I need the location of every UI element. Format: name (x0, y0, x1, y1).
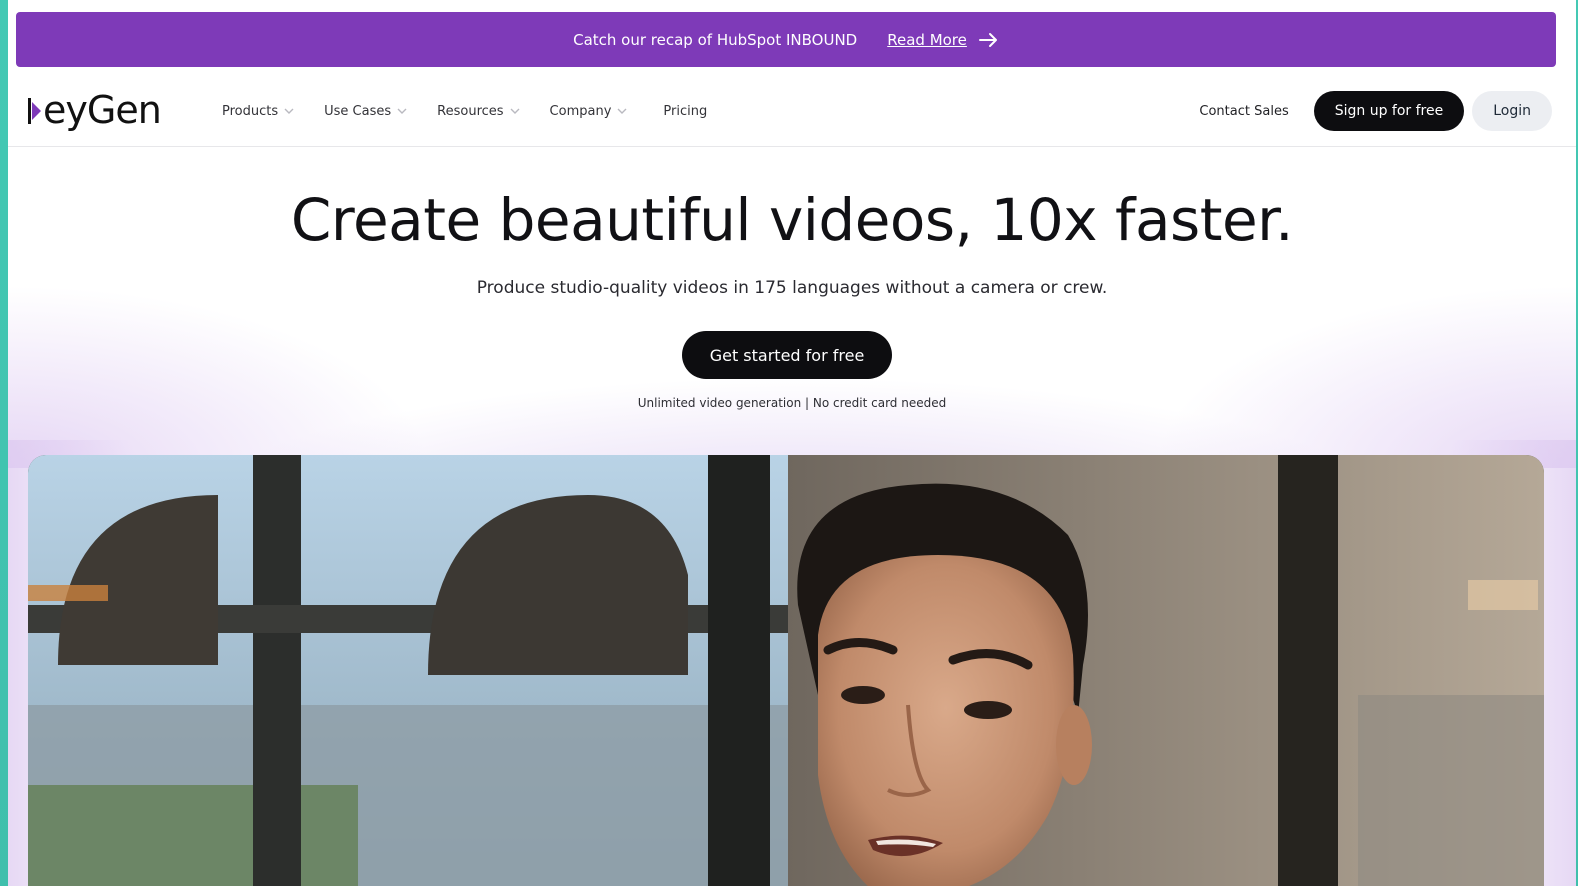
hero-subtitle: Produce studio-quality videos in 175 lan… (476, 278, 1108, 298)
announcement-bar: Catch our recap of HubSpot INBOUND Read … (16, 12, 1556, 67)
nav-pricing[interactable]: Pricing (663, 104, 707, 119)
nav-pricing-label: Pricing (663, 103, 708, 119)
chevron-down-icon (510, 108, 520, 114)
cta-note: Unlimited video generation | No credit c… (637, 396, 947, 410)
page-frame: Catch our recap of HubSpot INBOUND Read … (8, 0, 1576, 886)
site-header: eyGen Products Use Cases Resources Compa… (8, 75, 1576, 147)
announcement-text: Catch our recap of HubSpot INBOUND (573, 30, 858, 49)
nav-products[interactable]: Products (222, 104, 294, 119)
heygen-logo[interactable]: eyGen (28, 87, 162, 133)
logo-wordmark: eyGen (43, 88, 162, 132)
video-frame-image (28, 455, 1544, 886)
nav-use-cases-label: Use Cases (324, 103, 392, 119)
get-started-button[interactable]: Get started for free (682, 331, 892, 379)
chevron-down-icon (284, 108, 294, 114)
nav-resources-label: Resources (437, 103, 504, 119)
nav-products-label: Products (222, 103, 279, 119)
hero-title: Create beautiful videos, 10x faster. (290, 186, 1294, 254)
hero-video[interactable] (28, 455, 1544, 886)
chevron-down-icon (397, 108, 407, 114)
chevron-down-icon (617, 108, 627, 114)
arrow-right-icon (978, 32, 997, 47)
nav-resources[interactable]: Resources (437, 103, 520, 119)
nav-use-cases[interactable]: Use Cases (324, 104, 407, 119)
sign-up-button[interactable]: Sign up for free (1313, 91, 1465, 131)
nav-company[interactable]: Company (550, 104, 628, 119)
main-nav: Products Use Cases Resources Company Pri… (222, 75, 737, 147)
read-more-label: Read More (887, 30, 967, 49)
login-button[interactable]: Login (1472, 91, 1552, 131)
read-more-link[interactable]: Read More (887, 31, 999, 49)
header-actions: Contact Sales Sign up for free Login (1199, 91, 1552, 131)
play-logo-icon (28, 98, 41, 124)
contact-sales-link[interactable]: Contact Sales (1199, 104, 1288, 119)
nav-company-label: Company (549, 103, 612, 119)
